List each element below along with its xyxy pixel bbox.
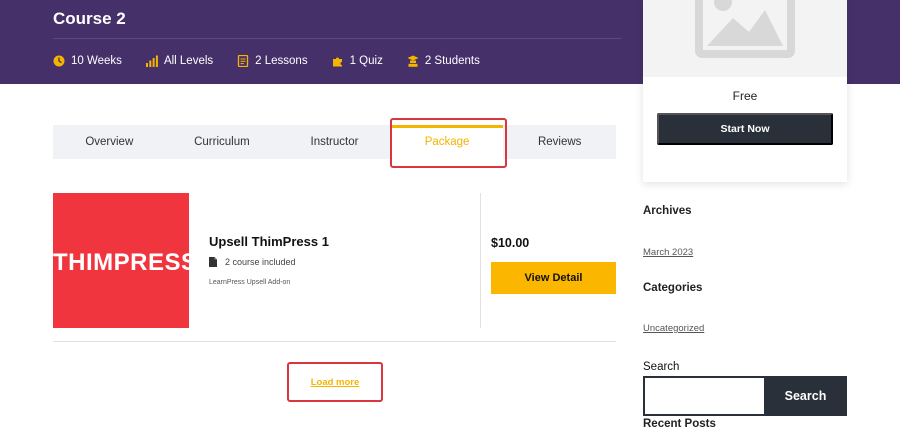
course-sidebar-card: Free Start Now bbox=[643, 0, 847, 182]
meta-level-label: All Levels bbox=[163, 55, 214, 67]
search-button[interactable]: Search bbox=[764, 376, 847, 416]
meta-duration-label: 10 Weeks bbox=[71, 55, 122, 67]
tab-instructor[interactable]: Instructor bbox=[278, 125, 391, 159]
course-image-placeholder bbox=[643, 0, 847, 77]
package-thumbnail[interactable]: THIMPRESS bbox=[53, 193, 189, 328]
meta-quiz-label: 1 Quiz bbox=[349, 55, 383, 67]
load-more-highlight: Load more bbox=[287, 362, 383, 402]
search-heading: Search bbox=[643, 361, 680, 373]
package-divider bbox=[480, 193, 481, 328]
package-name[interactable]: Upsell ThimPress 1 bbox=[209, 234, 329, 249]
tab-reviews[interactable]: Reviews bbox=[503, 125, 616, 159]
students-icon bbox=[407, 55, 419, 67]
puzzle-icon bbox=[332, 57, 342, 67]
recent-posts-heading: Recent Posts bbox=[643, 418, 716, 430]
package-addon: LearnPress Upsell Add-on bbox=[209, 279, 291, 286]
hero-divider bbox=[53, 38, 621, 39]
package-thumbnail-text: THIMPRESS bbox=[53, 249, 189, 276]
tab-overview[interactable]: Overview bbox=[53, 125, 166, 159]
load-more-link[interactable]: Load more bbox=[311, 377, 360, 388]
tab-curriculum[interactable]: Curriculum bbox=[166, 125, 279, 159]
file-icon bbox=[209, 257, 217, 267]
meta-quiz: 1 Quiz bbox=[332, 55, 383, 67]
package-bottom-divider bbox=[53, 341, 616, 342]
tab-package-highlight bbox=[390, 118, 507, 168]
category-link-uncategorized[interactable]: Uncategorized bbox=[643, 323, 704, 334]
lessons-file-icon bbox=[238, 55, 249, 67]
meta-duration: 10 Weeks bbox=[53, 55, 122, 67]
categories-heading: Categories bbox=[643, 282, 703, 294]
clock-icon bbox=[53, 55, 65, 67]
search-input[interactable] bbox=[643, 376, 764, 416]
meta-level: All Levels bbox=[145, 55, 214, 67]
search-form: Search bbox=[643, 376, 847, 416]
level-bars-icon bbox=[145, 55, 158, 67]
course-price: Free bbox=[732, 89, 758, 103]
archive-link-march-2023[interactable]: March 2023 bbox=[643, 247, 693, 258]
meta-students: 2 Students bbox=[407, 55, 480, 67]
course-meta: 10 Weeks All Levels 2 Lessons 1 Quiz 2 S… bbox=[53, 55, 504, 67]
archives-heading: Archives bbox=[643, 205, 692, 217]
meta-students-label: 2 Students bbox=[424, 55, 480, 67]
meta-lessons: 2 Lessons bbox=[237, 55, 308, 67]
meta-lessons-label: 2 Lessons bbox=[255, 55, 308, 67]
package-price: $10.00 bbox=[491, 236, 530, 250]
package-course-count: 2 course included bbox=[209, 257, 296, 267]
course-tabs: Overview Curriculum Instructor Package R… bbox=[53, 125, 616, 159]
package-course-count-label: 2 course included bbox=[225, 257, 296, 267]
view-detail-button[interactable]: View Detail bbox=[491, 262, 616, 294]
course-title: Course 2 bbox=[53, 9, 126, 28]
image-placeholder-icon bbox=[695, 0, 795, 58]
start-now-button[interactable]: Start Now bbox=[657, 113, 833, 145]
